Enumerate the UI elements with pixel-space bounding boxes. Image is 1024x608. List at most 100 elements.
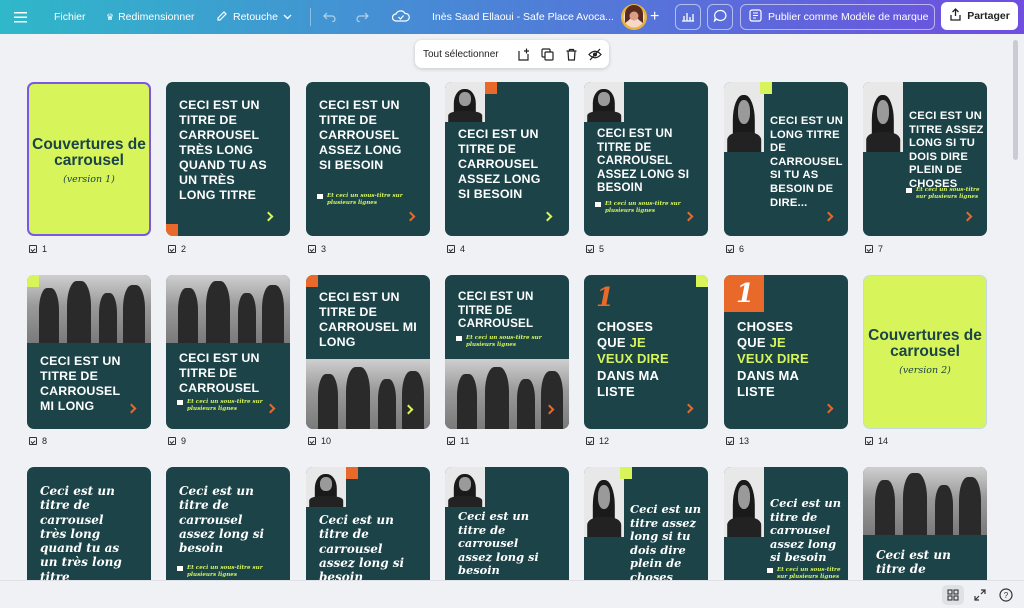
page-label-5: 5 bbox=[586, 244, 604, 254]
page-comment-icon bbox=[308, 245, 316, 253]
page-10-title: CECI EST UN TITRE DE CARROUSEL MI LONG bbox=[319, 290, 417, 349]
page-thumbnail-4[interactable]: CECI EST UN TITRE DE CARROUSEL ASSEZ LON… bbox=[445, 82, 569, 236]
brand-template-icon bbox=[749, 9, 762, 25]
page-label-4: 4 bbox=[447, 244, 465, 254]
page-thumbnail-7[interactable]: CECI EST UN TITRE ASSEZ LONG SI TU DOIS … bbox=[863, 82, 987, 236]
page-12-number-big: 1 bbox=[596, 283, 615, 313]
page-thumbnail-9[interactable]: CECI EST UN TITRE DE CARROUSEL Et ceci u… bbox=[166, 275, 290, 429]
share-button[interactable]: Partager bbox=[941, 2, 1018, 30]
page-comment-icon bbox=[29, 437, 37, 445]
page-thumbnail-8[interactable]: CECI EST UN TITRE DE CARROUSEL MI LONG bbox=[27, 275, 151, 429]
page-thumbnail-5[interactable]: CECI EST UN TITRE DE CARROUSEL ASSEZ LON… bbox=[584, 82, 708, 236]
page-3-title: CECI EST UN TITRE DE CARROUSEL ASSEZ LON… bbox=[319, 98, 402, 172]
undo-icon bbox=[323, 10, 337, 25]
file-menu[interactable]: Fichier bbox=[54, 0, 86, 34]
pencil-icon bbox=[216, 10, 228, 25]
page-thumbnail-13[interactable]: 1 CHOSES QUE JE VEUX DIRE DANS MA LISTE bbox=[724, 275, 848, 429]
portrait-photo bbox=[584, 82, 624, 122]
title-word: QUE bbox=[597, 335, 630, 351]
page-thumbnail-17[interactable]: Ceci est un titre de carrousel assez lon… bbox=[306, 467, 430, 580]
page-thumbnail-1[interactable]: Couvertures de carrousel (version 1) bbox=[27, 82, 151, 236]
portrait-photo bbox=[724, 467, 764, 537]
page-thumbnail-19[interactable]: Ceci est un titre assez long si tu dois … bbox=[584, 467, 708, 580]
page-thumbnail-15[interactable]: Ceci est un titre de carrousel très long… bbox=[27, 467, 151, 580]
page-number: 5 bbox=[599, 244, 605, 254]
page-thumbnail-18[interactable]: Ceci est un titre de carrousel assez lon… bbox=[445, 467, 569, 580]
page-number: 12 bbox=[599, 436, 610, 446]
title-line: CHOSES bbox=[597, 319, 654, 334]
page-number: 2 bbox=[181, 244, 187, 254]
hide-icon[interactable] bbox=[587, 46, 603, 62]
page-11-subtitle: Et ceci un sous-titre sur plusieurs lign… bbox=[456, 335, 554, 349]
title-line: LISTE bbox=[597, 383, 635, 399]
page-number: 8 bbox=[42, 436, 48, 446]
title-line: QUE JE bbox=[597, 335, 697, 351]
page-number: 1 bbox=[42, 244, 48, 254]
insights-button[interactable] bbox=[675, 4, 701, 30]
page-thumbnail-11[interactable]: CECI EST UN TITRE DE CARROUSEL Et ceci u… bbox=[445, 275, 569, 429]
grid-view-button[interactable] bbox=[942, 585, 964, 605]
add-page-icon[interactable] bbox=[515, 46, 531, 62]
page-7-subtitle: Et ceci un sous-titre sur plusieurs lign… bbox=[906, 187, 986, 201]
page-label-1: 1 bbox=[29, 244, 47, 254]
page-9-subtitle: Et ceci un sous-titre sur plusieurs lign… bbox=[177, 399, 275, 413]
document-title[interactable]: Inès Saad Ellaoui - Safe Place Avoca... bbox=[432, 0, 614, 34]
page-number: 6 bbox=[739, 244, 745, 254]
corner-square bbox=[620, 467, 632, 479]
menu-button[interactable] bbox=[14, 0, 28, 34]
group-photo bbox=[306, 359, 430, 429]
page-comment-icon bbox=[447, 437, 455, 445]
page-thumbnail-6[interactable]: CECI EST UN LONG TITRE DE CARROUSEL SI T… bbox=[724, 82, 848, 236]
plus-icon: + bbox=[650, 8, 660, 25]
cloud-icon bbox=[391, 9, 410, 25]
page-label-8: 8 bbox=[29, 436, 47, 446]
redo-button[interactable] bbox=[355, 0, 369, 34]
file-label: Fichier bbox=[54, 11, 86, 23]
publish-brand-template-button[interactable]: Publier comme Modèle de marque bbox=[740, 4, 935, 30]
fullscreen-button[interactable] bbox=[972, 587, 988, 603]
cloud-save-button[interactable] bbox=[391, 0, 410, 34]
add-collaborator-button[interactable]: + bbox=[650, 0, 659, 34]
title-word-highlight: JE bbox=[769, 335, 786, 351]
page-20-subtitle: Et ceci un sous-titre sur plusieurs lign… bbox=[767, 567, 843, 580]
title-line: DANS MA bbox=[597, 367, 660, 383]
help-button[interactable]: ? bbox=[998, 587, 1014, 603]
chevron-down-icon bbox=[283, 11, 292, 23]
page-16-title: Ceci est un titre de carrousel assez lon… bbox=[179, 484, 265, 556]
page-thumbnail-20[interactable]: Ceci est un titre de carrousel assez lon… bbox=[724, 467, 848, 580]
page-thumbnail-16[interactable]: Ceci est un titre de carrousel assez lon… bbox=[166, 467, 290, 580]
page-thumbnail-3[interactable]: CECI EST UN TITRE DE CARROUSEL ASSEZ LON… bbox=[306, 82, 430, 236]
page-comment-icon bbox=[168, 245, 176, 253]
vertical-scrollbar[interactable] bbox=[1013, 40, 1018, 160]
next-arrow-icon bbox=[823, 211, 834, 222]
page-5-title: CECI EST UN TITRE DE CARROUSEL ASSEZ LON… bbox=[597, 127, 690, 195]
resize-button[interactable]: ♛ Redimensionner bbox=[106, 0, 195, 34]
page-thumbnail-14[interactable]: Couvertures de carrousel (version 2) bbox=[863, 275, 987, 429]
page-thumbnail-10[interactable]: CECI EST UN TITRE DE CARROUSEL MI LONG bbox=[306, 275, 430, 429]
page-6-title: CECI EST UN LONG TITRE DE CARROUSEL SI T… bbox=[770, 115, 844, 209]
page-comment-icon bbox=[865, 245, 873, 253]
next-arrow-icon bbox=[823, 403, 834, 414]
page-18-title: Ceci est un titre de carrousel assez lon… bbox=[458, 509, 539, 578]
page-thumbnail-21[interactable]: Ceci est un titre de bbox=[863, 467, 987, 580]
duplicate-icon[interactable] bbox=[539, 46, 555, 62]
select-all-button[interactable]: Tout sélectionner bbox=[423, 49, 499, 60]
avatar[interactable] bbox=[620, 3, 648, 31]
corner-square bbox=[306, 275, 318, 287]
trash-icon[interactable] bbox=[563, 46, 579, 62]
comments-button[interactable] bbox=[707, 4, 733, 30]
edit-menu[interactable]: Retouche bbox=[216, 0, 292, 34]
undo-button[interactable] bbox=[323, 0, 337, 34]
page-number: 11 bbox=[460, 436, 470, 446]
page-label-3: 3 bbox=[308, 244, 326, 254]
title-word-highlight: JE bbox=[629, 335, 646, 351]
page-19-title: Ceci est un titre assez long si tu dois … bbox=[630, 502, 701, 580]
page-comment-icon bbox=[586, 245, 594, 253]
document-title-text: Inès Saad Ellaoui - Safe Place Avoca... bbox=[432, 11, 614, 23]
comment-icon bbox=[713, 9, 727, 25]
page-21-title: Ceci est un titre de bbox=[876, 548, 951, 577]
page-9-title: CECI EST UN TITRE DE CARROUSEL bbox=[179, 351, 260, 395]
page-thumbnail-12[interactable]: 1 CHOSES QUE JE VEUX DIRE DANS MA LISTE bbox=[584, 275, 708, 429]
next-arrow-icon bbox=[683, 403, 694, 414]
page-thumbnail-2[interactable]: CECI EST UN TITRE DE CARROUSEL TRÈS LONG… bbox=[166, 82, 290, 236]
